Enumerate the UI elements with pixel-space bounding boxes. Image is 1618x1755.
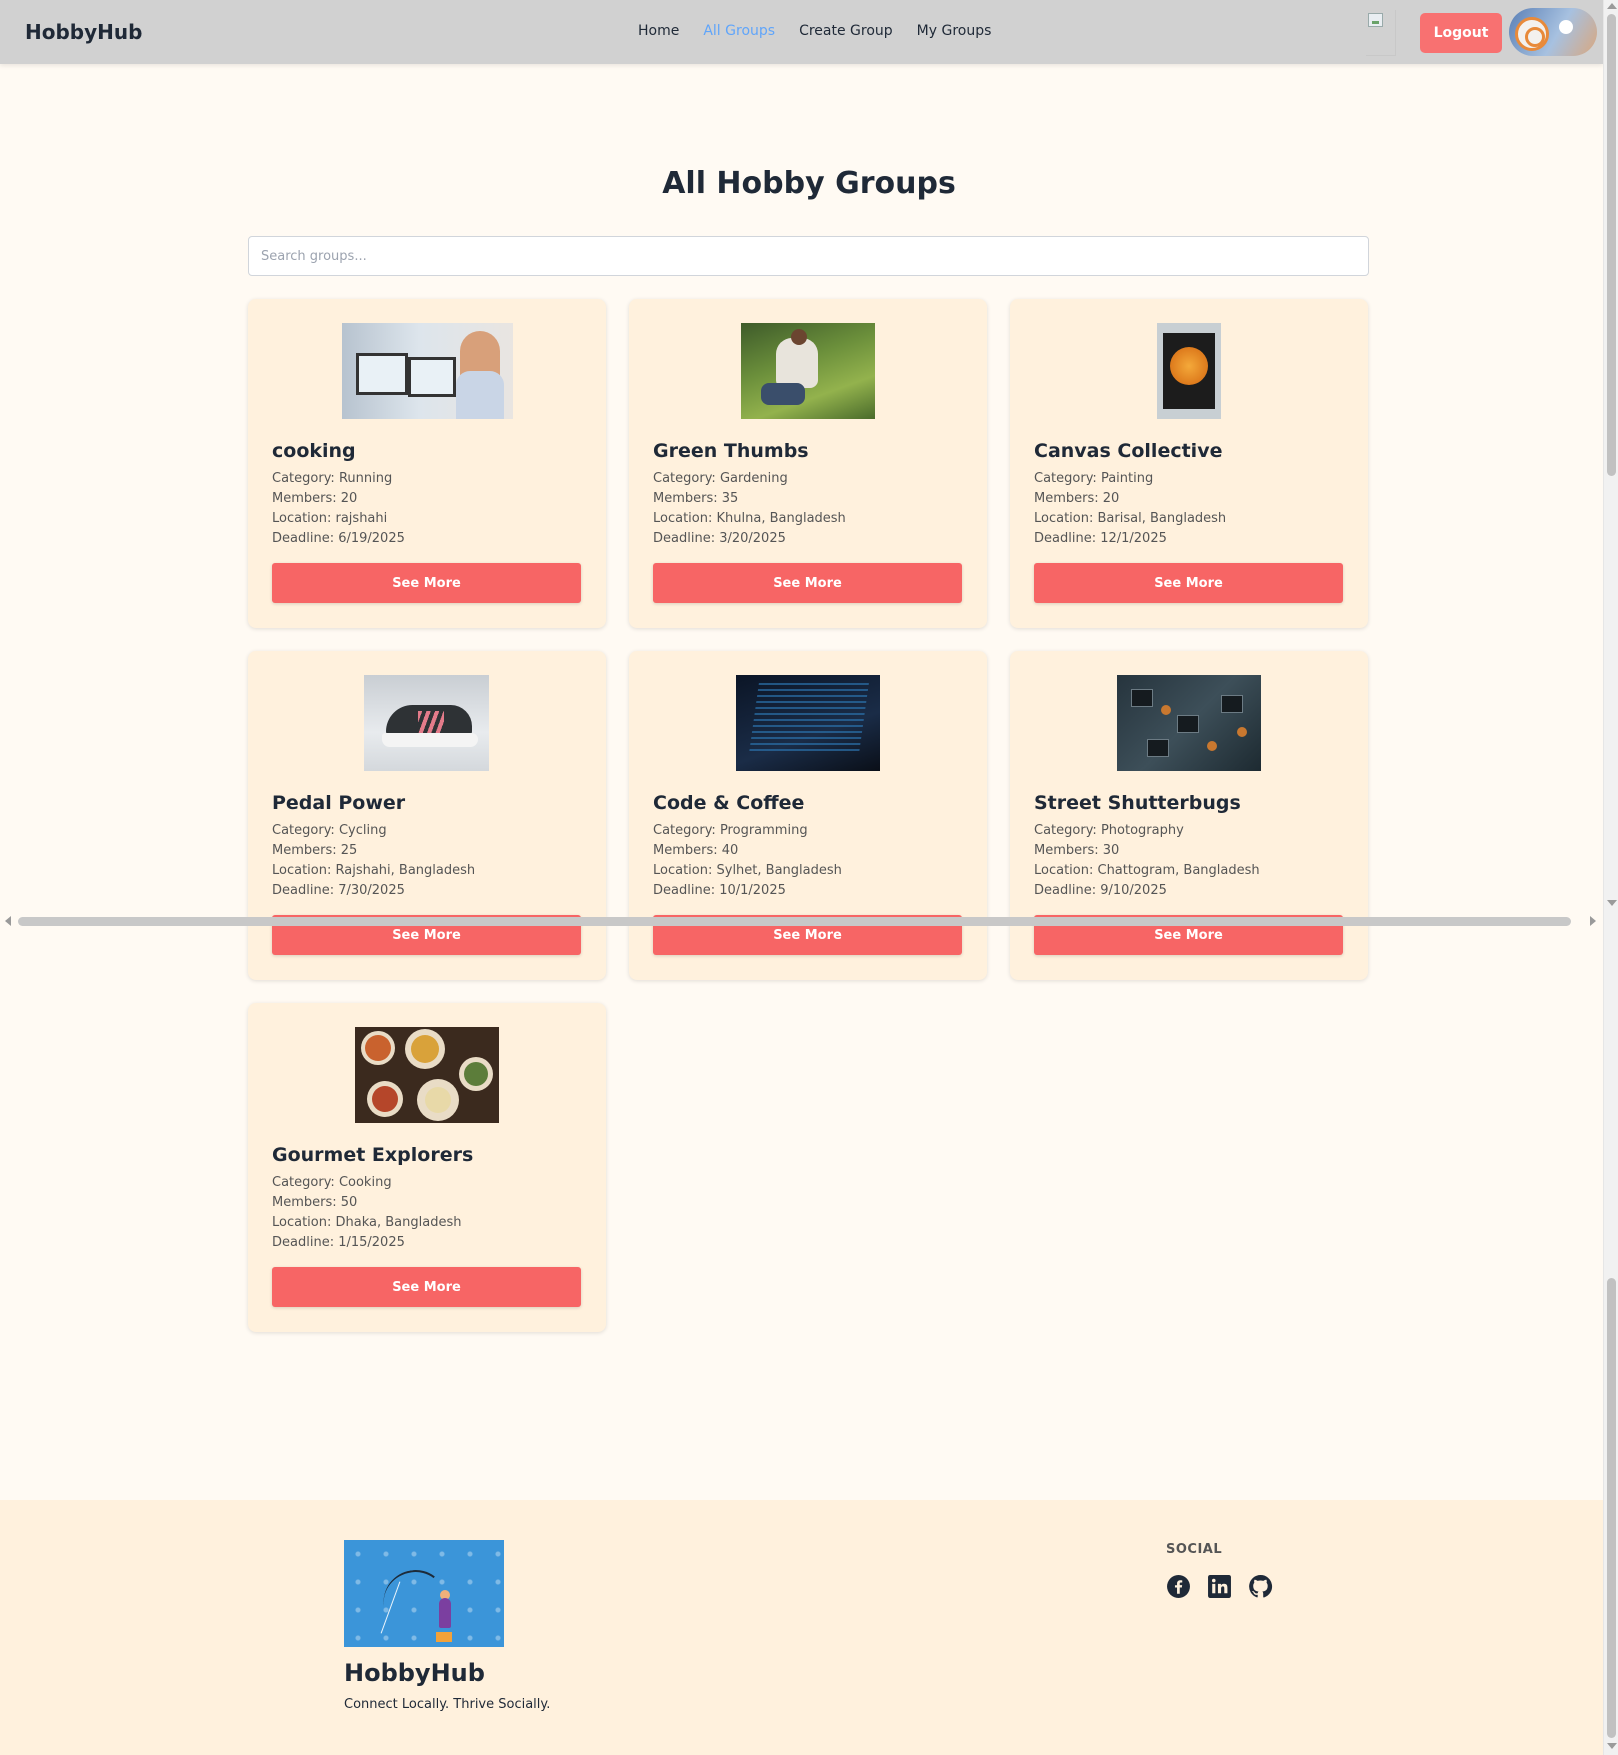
group-card: Code & Coffee Category: Programming Memb… (629, 651, 987, 980)
group-deadline: Deadline: 3/20/2025 (653, 531, 786, 546)
group-deadline: Deadline: 12/1/2025 (1034, 531, 1167, 546)
navbar: HobbyHub Home All Groups Create Group My… (0, 0, 1603, 64)
group-image (1157, 323, 1221, 419)
horizontal-scrollbar-thumb[interactable] (18, 917, 1571, 926)
scroll-right-arrow-icon[interactable] (1590, 916, 1596, 926)
theme-toggle-avatar[interactable] (1509, 8, 1597, 56)
facebook-icon[interactable] (1166, 1574, 1191, 1599)
vertical-scrollbar-thumb-lower[interactable] (1607, 1278, 1616, 1738)
group-card: Green Thumbs Category: Gardening Members… (629, 299, 987, 628)
group-deadline: Deadline: 10/1/2025 (653, 883, 786, 898)
github-icon[interactable] (1248, 1574, 1273, 1599)
group-name: Canvas Collective (1034, 440, 1223, 462)
group-location: Location: Barisal, Bangladesh (1034, 511, 1227, 526)
scroll-down-arrow-icon[interactable] (1607, 900, 1617, 906)
group-deadline: Deadline: 6/19/2025 (272, 531, 405, 546)
group-category: Category: Painting (1034, 471, 1154, 486)
group-card: cooking Category: Running Members: 20 Lo… (248, 299, 606, 628)
group-members: Members: 20 (1034, 491, 1120, 506)
footer: HobbyHub Connect Locally. Thrive Sociall… (0, 1500, 1603, 1755)
group-category: Category: Cooking (272, 1175, 392, 1190)
horizontal-scrollbar[interactable] (0, 913, 1603, 929)
group-card: Gourmet Explorers Category: Cooking Memb… (248, 1003, 606, 1332)
group-details: Category: Photography Members: 30 Locati… (1034, 821, 1260, 901)
group-location: Location: Dhaka, Bangladesh (272, 1215, 462, 1230)
group-details: Category: Programming Members: 40 Locati… (653, 821, 842, 901)
group-details: Category: Painting Members: 20 Location:… (1034, 469, 1226, 549)
group-card: Street Shutterbugs Category: Photography… (1010, 651, 1368, 980)
robot-icon (1515, 17, 1549, 51)
group-name: Code & Coffee (653, 792, 805, 814)
group-members: Members: 40 (653, 843, 739, 858)
see-more-button[interactable]: See More (272, 563, 581, 603)
group-deadline: Deadline: 1/15/2025 (272, 1235, 405, 1250)
group-deadline: Deadline: 7/30/2025 (272, 883, 405, 898)
image-placeholder-icon (1368, 13, 1383, 27)
group-image (355, 1027, 499, 1123)
group-location: Location: Chattogram, Bangladesh (1034, 863, 1260, 878)
scroll-down-arrow-icon[interactable] (1607, 1743, 1617, 1749)
group-card: Canvas Collective Category: Painting Mem… (1010, 299, 1368, 628)
group-members: Members: 35 (653, 491, 739, 506)
nav-link-home[interactable]: Home (638, 23, 679, 39)
group-members: Members: 30 (1034, 843, 1120, 858)
group-name: Street Shutterbugs (1034, 792, 1241, 814)
group-name: cooking (272, 440, 356, 462)
vertical-scrollbar[interactable] (1603, 0, 1618, 1755)
group-image (736, 675, 880, 771)
nav-link-my-groups[interactable]: My Groups (917, 23, 992, 39)
linkedin-icon[interactable] (1207, 1574, 1232, 1599)
scroll-up-arrow-icon[interactable] (1607, 3, 1617, 9)
group-category: Category: Running (272, 471, 393, 486)
brand-logo-text[interactable]: HobbyHub (25, 20, 142, 44)
group-name: Pedal Power (272, 792, 406, 814)
nav-link-create-group[interactable]: Create Group (799, 23, 893, 39)
group-deadline: Deadline: 9/10/2025 (1034, 883, 1167, 898)
broken-user-image (1366, 10, 1396, 56)
group-members: Members: 25 (272, 843, 358, 858)
group-details: Category: Gardening Members: 35 Location… (653, 469, 846, 549)
footer-tagline: Connect Locally. Thrive Socially. (344, 1697, 551, 1712)
footer-logo-image (344, 1540, 504, 1647)
group-name: Green Thumbs (653, 440, 809, 462)
group-location: Location: Sylhet, Bangladesh (653, 863, 842, 878)
group-location: Location: Rajshahi, Bangladesh (272, 863, 476, 878)
group-image (342, 323, 513, 419)
group-members: Members: 50 (272, 1195, 358, 1210)
group-details: Category: Cooking Members: 50 Location: … (272, 1173, 461, 1253)
sun-icon (1559, 20, 1573, 34)
social-icons (1166, 1574, 1273, 1599)
search-input[interactable] (248, 236, 1369, 276)
group-location: Location: rajshahi (272, 511, 388, 526)
group-location: Location: Khulna, Bangladesh (653, 511, 846, 526)
footer-brand: HobbyHub (344, 1659, 485, 1687)
group-category: Category: Programming (653, 823, 808, 838)
nav-links: Home All Groups Create Group My Groups (638, 23, 991, 39)
page-title: All Hobby Groups (662, 166, 956, 201)
group-card: Pedal Power Category: Cycling Members: 2… (248, 651, 606, 980)
scroll-left-arrow-icon[interactable] (5, 916, 11, 926)
group-details: Category: Running Members: 20 Location: … (272, 469, 405, 549)
group-category: Category: Cycling (272, 823, 387, 838)
group-image (1117, 675, 1261, 771)
group-category: Category: Gardening (653, 471, 788, 486)
see-more-button[interactable]: See More (653, 563, 962, 603)
group-name: Gourmet Explorers (272, 1144, 474, 1166)
page: HobbyHub Home All Groups Create Group My… (0, 0, 1603, 1755)
group-details: Category: Cycling Members: 25 Location: … (272, 821, 475, 901)
vertical-scrollbar-thumb[interactable] (1607, 14, 1616, 476)
see-more-button[interactable]: See More (1034, 563, 1343, 603)
see-more-button[interactable]: See More (272, 1267, 581, 1307)
group-category: Category: Photography (1034, 823, 1184, 838)
nav-link-all-groups[interactable]: All Groups (703, 23, 775, 39)
group-image (741, 323, 875, 419)
social-heading: SOCIAL (1166, 1542, 1223, 1557)
group-members: Members: 20 (272, 491, 358, 506)
logout-button[interactable]: Logout (1420, 13, 1502, 53)
group-image (364, 675, 489, 771)
